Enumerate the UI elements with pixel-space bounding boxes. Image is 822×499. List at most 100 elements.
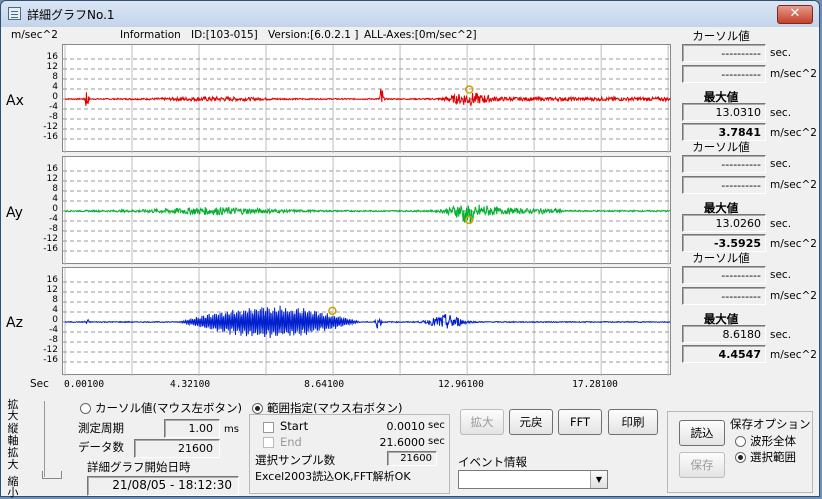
- y-tick-label: -8: [49, 224, 58, 234]
- chart-svg-az: [63, 268, 672, 376]
- information-label: Information: [120, 29, 181, 41]
- zoom-slider-track[interactable]: [44, 401, 45, 477]
- cursor-mode-radio[interactable]: [80, 403, 91, 414]
- waveform-line: [64, 204, 671, 224]
- y-tick-label: -4: [49, 325, 58, 335]
- acc-unit: m/sec^2: [770, 179, 817, 191]
- sec-unit: sec.: [770, 107, 792, 119]
- y-unit-label: m/sec^2: [11, 29, 58, 41]
- client-area: m/sec^2 Information ID:[103-015] Version…: [4, 27, 817, 498]
- title-bar[interactable]: 詳細グラフNo.1 ✕: [1, 1, 819, 27]
- y-tick-label: 16: [46, 275, 58, 285]
- chevron-down-icon[interactable]: ▼: [590, 471, 607, 488]
- cursor-value-label: カーソル値: [692, 251, 750, 265]
- save-range-label: 選択範囲: [750, 450, 796, 464]
- zoom-button[interactable]: 拡大: [460, 409, 504, 435]
- y-tick-label: -12: [43, 234, 58, 244]
- graph-ax[interactable]: [62, 44, 672, 153]
- x-axis-label: Sec: [30, 378, 49, 390]
- y-tick-label: 0: [52, 315, 58, 325]
- start-label: Start: [280, 419, 309, 433]
- y-tick-label: 12: [46, 174, 58, 184]
- reset-button[interactable]: 元戻: [509, 409, 553, 435]
- y-tick-label: 8: [52, 72, 58, 82]
- acc-unit: m/sec^2: [770, 349, 817, 361]
- vertical-zoom-label: 縦軸拡大: [7, 422, 19, 471]
- status-message: Excel2003読込OK,FFT解析OK: [255, 470, 411, 483]
- cursor-value-field: ----------: [682, 287, 766, 305]
- period-label: 測定周期: [78, 421, 124, 435]
- zoom-axis-control[interactable]: 拡大 縦軸拡大 縮小: [4, 393, 64, 498]
- y-tick-label: -4: [49, 214, 58, 224]
- peak-marker: [328, 306, 337, 316]
- start-checkbox[interactable]: [263, 422, 274, 433]
- y-tick-label: -12: [43, 122, 58, 132]
- y-tick-label: -8: [49, 335, 58, 345]
- x-tick-label: 17.28100: [572, 379, 618, 390]
- acc-unit: m/sec^2: [770, 290, 817, 302]
- y-tick-label: 0: [52, 204, 58, 214]
- side-panel-ax: カーソル値 ---------- sec. ---------- m/sec^2…: [673, 27, 817, 141]
- sec-unit: sec.: [770, 47, 792, 59]
- y-tick-label: 4: [52, 82, 58, 92]
- y-tick-label: 8: [52, 295, 58, 305]
- cursor-mode-label: カーソル値(マウス左ボタン): [95, 401, 242, 415]
- cursor-value-field: ----------: [682, 65, 766, 83]
- event-info-dropdown[interactable]: ▼: [458, 470, 608, 489]
- zoom-out-label: 縮小: [7, 475, 19, 499]
- end-checkbox[interactable]: [263, 437, 274, 448]
- y-tick-label: 0: [52, 92, 58, 102]
- x-tick-label: 12.96100: [438, 379, 484, 390]
- x-tick-label: 4.32100: [170, 379, 211, 390]
- selected-samples-label: 選択サンプル数: [255, 453, 336, 467]
- version-label: Version:[6.0.2.1 ]: [268, 29, 359, 41]
- side-panel-az: カーソル値 ---------- sec. ---------- m/sec^2…: [673, 249, 817, 363]
- data-count-field: 21600: [134, 439, 220, 458]
- end-value: 21.6000: [379, 436, 426, 449]
- start-datetime-label: 詳細グラフ開始日時: [87, 460, 191, 474]
- y-ticks-ax: 16 12 8 4 0 -4 -8 -12 -16: [4, 44, 60, 154]
- save-all-label: 波形全体: [750, 434, 796, 448]
- sec-unit: sec.: [770, 329, 792, 341]
- cursor-sec-field: ----------: [682, 155, 766, 173]
- print-button[interactable]: 印刷: [608, 409, 658, 435]
- cursor-value-field: ----------: [682, 176, 766, 194]
- y-ticks-ay: 16 12 8 4 0 -4 -8 -12 -16: [4, 156, 60, 266]
- sec-unit: sec.: [770, 158, 792, 170]
- save-all-radio[interactable]: [735, 436, 746, 447]
- y-tick-label: 4: [52, 305, 58, 315]
- end-unit: sec: [428, 436, 445, 447]
- zoom-slider-thumb[interactable]: [42, 471, 62, 479]
- start-datetime-field: 21/08/05 - 18:12:30: [87, 476, 239, 496]
- app-icon: [8, 7, 21, 20]
- y-tick-label: -16: [43, 132, 58, 142]
- waveform-line: [64, 88, 671, 108]
- close-button[interactable]: ✕: [777, 5, 813, 24]
- axes-label: ALL-Axes:[0m/sec^2]: [364, 29, 477, 41]
- x-tick-label: 0.00100: [64, 379, 105, 390]
- range-mode-radio[interactable]: [252, 403, 263, 414]
- side-panel-ay: カーソル値 ---------- sec. ---------- m/sec^2…: [673, 138, 817, 252]
- cursor-value-label: カーソル値: [692, 29, 750, 43]
- save-button[interactable]: 保存: [679, 452, 725, 478]
- fft-button[interactable]: FFT: [558, 409, 602, 435]
- cursor-sec-field: ----------: [682, 266, 766, 284]
- graph-az[interactable]: [62, 267, 672, 376]
- max-sec-field: 13.0260: [682, 214, 766, 232]
- y-tick-label: 8: [52, 184, 58, 194]
- sec-unit: sec.: [770, 269, 792, 281]
- acc-unit: m/sec^2: [770, 68, 817, 80]
- data-count-label: データ数: [78, 440, 124, 454]
- y-tick-label: 16: [46, 164, 58, 174]
- save-option-label: 保存オプション: [730, 417, 811, 431]
- save-range-radio[interactable]: [735, 452, 746, 463]
- x-tick-label: 8.64100: [304, 379, 345, 390]
- range-group: Start 0.0010 sec End 21.6000 sec 選択サンプル数…: [249, 414, 450, 494]
- selected-samples-field: 21600: [387, 451, 437, 466]
- load-button[interactable]: 読込: [679, 420, 725, 446]
- period-field: 1.00: [164, 419, 220, 438]
- graph-ay[interactable]: [62, 156, 672, 265]
- x-axis-ticks: 0.00100 4.32100 8.64100 12.96100 17.28100: [62, 379, 671, 393]
- id-label: ID:[103-015]: [191, 29, 258, 41]
- chart-svg-ax: [63, 45, 672, 153]
